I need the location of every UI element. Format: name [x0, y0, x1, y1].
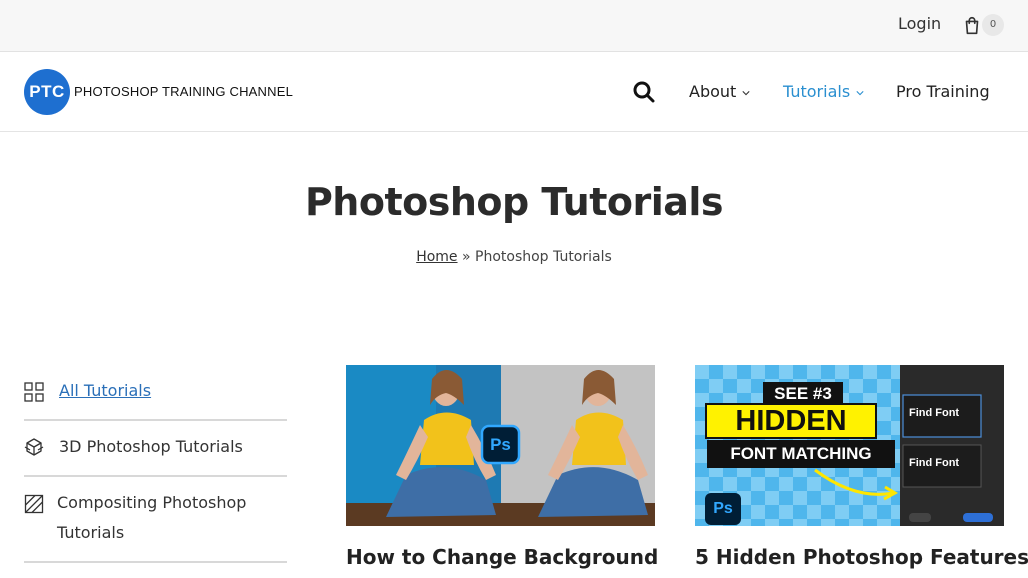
tutorial-title-change-background[interactable]: How to Change Background: [346, 545, 658, 569]
breadcrumb: Home » Photoshop Tutorials: [0, 249, 1028, 265]
page-title: Photoshop Tutorials: [304, 180, 724, 224]
thumb-banner-font-matching: FONT MATCHING: [707, 440, 895, 468]
nav-pro-training[interactable]: Pro Training: [896, 82, 990, 101]
thumb-banner-hidden: HIDDEN: [705, 403, 877, 439]
cart-count-badge[interactable]: 0: [982, 14, 1004, 36]
nav-tutorials[interactable]: Tutorials: [783, 82, 864, 101]
search-icon[interactable]: [632, 80, 656, 104]
login-link[interactable]: Login: [898, 14, 941, 33]
compositing-icon: [24, 494, 44, 514]
sidebar-item-all-tutorials[interactable]: All Tutorials: [24, 370, 287, 421]
chevron-down-icon: [856, 90, 864, 95]
logo-text[interactable]: PHOTOSHOP TRAINING CHANNEL: [74, 84, 293, 99]
thumb-find-font-1: Find Font: [909, 407, 960, 419]
sidebar-item-label[interactable]: Compositing Photoshop Tutorials: [57, 488, 277, 548]
grid-icon: [24, 382, 44, 402]
cube-icon: [24, 438, 44, 456]
tutorial-title-hidden-features[interactable]: 5 Hidden Photoshop Features: [695, 545, 1028, 569]
breadcrumb-separator: »: [461, 249, 471, 265]
sidebar-item-compositing[interactable]: Compositing Photoshop Tutorials: [24, 477, 287, 563]
breadcrumb-current: Photoshop Tutorials: [475, 249, 612, 265]
nav-about-label: About: [689, 82, 737, 101]
sidebar-item-3d-tutorials[interactable]: 3D Photoshop Tutorials: [24, 421, 287, 477]
logo-mark[interactable]: PTC: [24, 69, 70, 115]
nav-about[interactable]: About: [689, 82, 750, 101]
chevron-down-icon: [742, 90, 750, 95]
thumb-find-font-2: Find Font: [909, 457, 960, 469]
nav-tutorials-label: Tutorials: [783, 82, 851, 101]
sidebar-item-label[interactable]: All Tutorials: [59, 376, 151, 406]
photoshop-badge: Ps: [713, 500, 733, 517]
photoshop-badge: Ps: [490, 435, 511, 454]
tutorial-thumbnail-change-background[interactable]: Ps: [346, 365, 655, 526]
breadcrumb-home-link[interactable]: Home: [416, 249, 457, 265]
tutorial-thumbnail-hidden-features[interactable]: SEE #3 HIDDEN FONT MATCHING Find Font Fi…: [695, 365, 1004, 526]
top-bar: Login 0: [0, 0, 1028, 52]
sidebar-item-label[interactable]: 3D Photoshop Tutorials: [59, 432, 243, 462]
shopping-cart-icon[interactable]: [961, 15, 983, 37]
site-header: PTC PHOTOSHOP TRAINING CHANNEL About Tut…: [0, 52, 1028, 132]
